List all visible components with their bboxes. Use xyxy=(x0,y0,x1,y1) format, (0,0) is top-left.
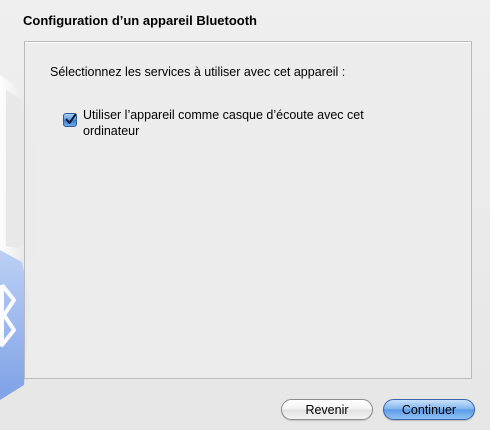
headset-option-label: Utiliser l’appareil comme casque d’écout… xyxy=(83,108,364,138)
headset-checkbox[interactable] xyxy=(63,113,77,127)
checkmark-icon xyxy=(65,113,77,124)
back-button[interactable]: Revenir xyxy=(281,399,373,420)
window-title: Configuration d’un appareil Bluetooth xyxy=(23,13,257,28)
service-option-headset[interactable]: Utiliser l’appareil comme casque d’écout… xyxy=(63,107,443,139)
continue-button[interactable]: Continuer xyxy=(383,399,475,420)
services-prompt: Sélectionnez les services à utiliser ave… xyxy=(50,65,346,79)
services-panel: Sélectionnez les services à utiliser ave… xyxy=(24,41,472,379)
